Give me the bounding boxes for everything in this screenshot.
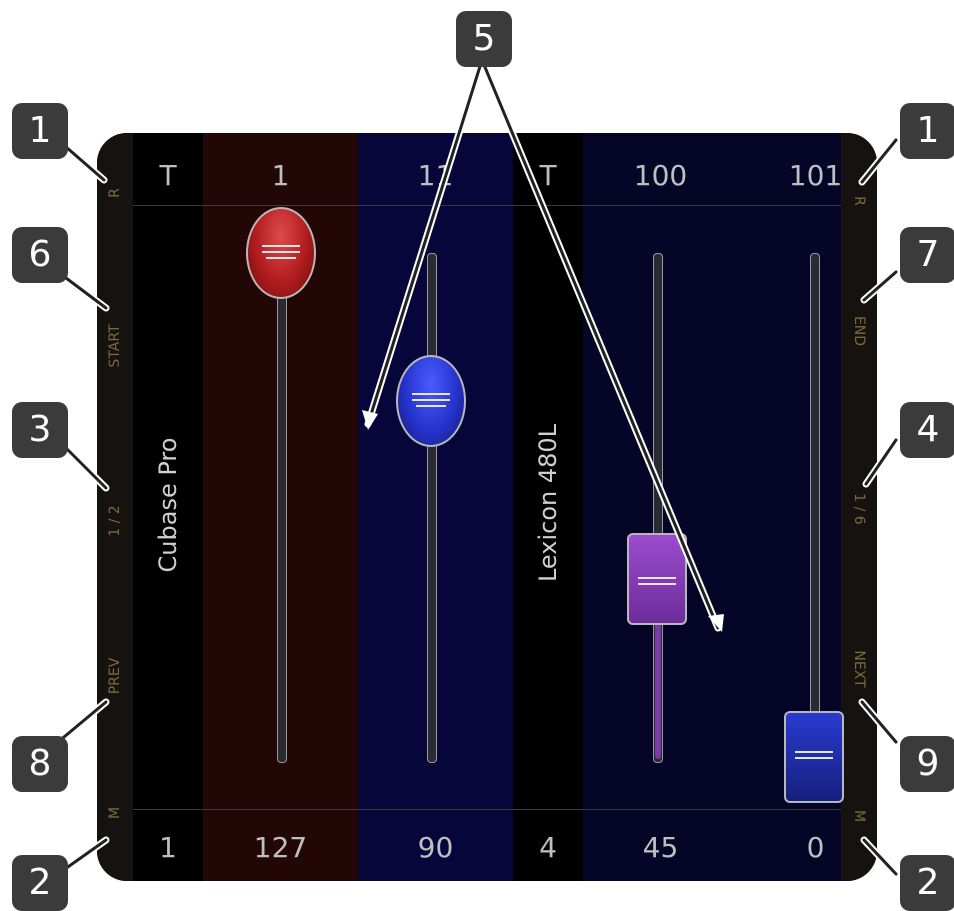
end-button[interactable]: END (851, 301, 867, 361)
fader-column-4: 101 0 (738, 133, 844, 881)
callout-badge-5: 5 (456, 11, 512, 67)
midi-controller-panel: R START 1 / 2 PREV M R END 1 / 6 NEXT M … (97, 133, 877, 881)
callout-badge-2-left: 2 (12, 855, 68, 911)
right-side-strip: R END 1 / 6 NEXT M (841, 133, 877, 881)
callout-badge-4: 4 (900, 402, 954, 458)
fader-value: 45 (642, 831, 679, 864)
fader-column-2: 11 90 (358, 133, 513, 881)
knob-grip (795, 751, 833, 753)
fader-track[interactable] (277, 253, 287, 763)
track-number: 4 (539, 831, 557, 864)
fader-knob[interactable] (784, 711, 844, 803)
track-column-cubase[interactable]: T Cubase Pro 1 (133, 133, 203, 881)
fader-fill (655, 623, 661, 759)
start-button[interactable]: START (107, 316, 123, 376)
right-page-indicator[interactable]: 1 / 6 (851, 479, 867, 539)
fader-value: 0 (806, 831, 825, 864)
knob-grip (266, 257, 296, 259)
left-rec-toggle[interactable]: R (107, 183, 123, 203)
knob-grip (262, 245, 300, 247)
track-name: Lexicon 480L (534, 423, 562, 583)
left-page-indicator[interactable]: 1 / 2 (107, 491, 123, 551)
fader-cc-label: 1 (271, 159, 290, 192)
fader-value: 90 (417, 831, 454, 864)
fader-cc-label: 101 (788, 159, 843, 192)
knob-grip (795, 757, 833, 759)
fader-column-3: 100 45 (583, 133, 738, 881)
footer-divider (133, 809, 841, 810)
fader-knob[interactable] (627, 533, 687, 625)
knob-grip (638, 583, 676, 585)
fader-knob[interactable] (396, 355, 466, 447)
knob-grip (412, 399, 450, 401)
callout-badge-3: 3 (12, 402, 68, 458)
header-divider (133, 205, 841, 206)
callout-badge-8: 8 (12, 736, 68, 792)
right-rec-toggle[interactable]: R (851, 191, 867, 211)
track-number: 1 (159, 831, 177, 864)
fader-value: 127 (253, 831, 308, 864)
knob-grip (638, 577, 676, 579)
fader-cc-label: 100 (633, 159, 688, 192)
callout-badge-7: 7 (900, 227, 954, 283)
track-type-label: T (159, 159, 177, 192)
track-type-label: T (539, 159, 557, 192)
knob-grip (416, 405, 446, 407)
fader-track[interactable] (427, 253, 437, 763)
callout-badge-1-right: 1 (900, 103, 954, 159)
fader-cc-label: 11 (417, 159, 454, 192)
fader-knob[interactable] (246, 207, 316, 299)
left-side-strip: R START 1 / 2 PREV M (97, 133, 133, 881)
track-name: Cubase Pro (154, 437, 182, 573)
knob-grip (412, 393, 450, 395)
fader-track[interactable] (810, 253, 820, 763)
right-mute-toggle[interactable]: M (851, 806, 867, 826)
fader-column-1: 1 127 (203, 133, 358, 881)
callout-badge-9: 9 (900, 736, 954, 792)
callout-badge-6: 6 (12, 227, 68, 283)
knob-grip (262, 251, 300, 253)
prev-button[interactable]: PREV (107, 646, 123, 706)
next-button[interactable]: NEXT (851, 639, 867, 699)
callout-badge-2-right: 2 (900, 855, 954, 911)
left-mute-toggle[interactable]: M (107, 803, 123, 823)
callout-badge-1-left: 1 (12, 103, 68, 159)
track-column-lexicon[interactable]: T Lexicon 480L 4 (513, 133, 583, 881)
